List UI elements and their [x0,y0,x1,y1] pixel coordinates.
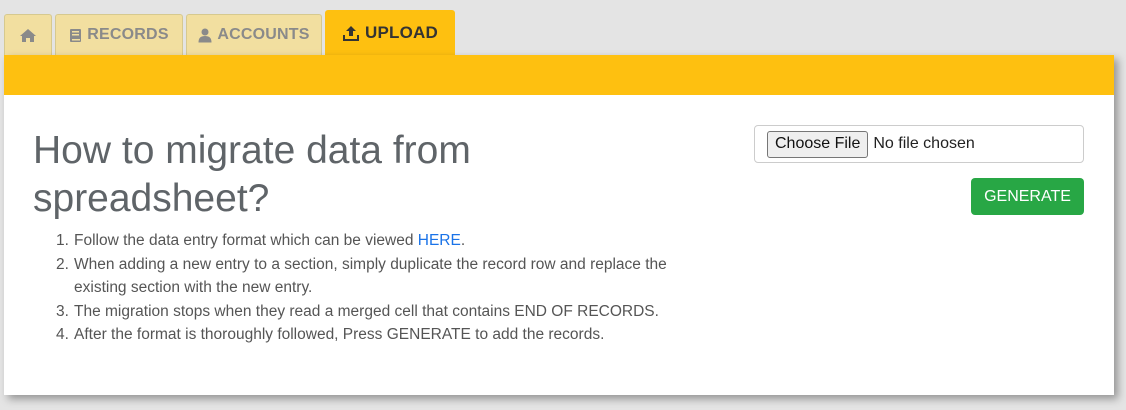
nav-tabs: RECORDS ACCOUNTS UPLOAD [4,10,455,55]
tab-home[interactable] [4,14,52,55]
panel-body: How to migrate data from spreadsheet? 1.… [4,95,1114,395]
step-number: 4. [56,326,69,343]
page-title: How to migrate data from spreadsheet? [33,127,553,223]
step-text: When adding a new entry to a section, si… [74,255,667,273]
step-number: 3. [56,302,69,320]
tab-accounts-label: ACCOUNTS [217,26,310,43]
step-text: After the format is thoroughly followed,… [74,326,605,343]
upload-icon [342,25,360,42]
file-input[interactable]: Choose File No file chosen [754,125,1084,163]
tab-records-label: RECORDS [87,26,169,43]
step-number: 1. [56,232,69,249]
list-item: 3. The migration stops when they read a … [56,300,714,324]
step-text-continued: existing section with the new entry. [74,279,313,296]
tab-records[interactable]: RECORDS [55,14,183,55]
generate-button[interactable]: GENERATE [971,178,1084,215]
format-link[interactable]: HERE [418,232,461,249]
list-item: 4. After the format is thoroughly follow… [56,323,714,347]
book-icon [69,28,82,43]
choose-file-button[interactable]: Choose File [767,130,869,158]
tab-upload[interactable]: UPLOAD [325,10,455,55]
user-icon [198,28,212,43]
list-item: 2. When adding a new entry to a section,… [56,253,714,300]
page-title-line1: How to migrate data from [33,129,471,172]
page-title-line2: spreadsheet? [33,177,270,220]
home-icon [19,28,37,43]
panel-header-bar [4,55,1114,95]
tab-accounts[interactable]: ACCOUNTS [186,14,322,55]
tab-upload-label: UPLOAD [365,23,438,42]
step-text: Follow the data entry format which can b… [74,232,418,249]
content-panel: How to migrate data from spreadsheet? 1.… [4,55,1114,395]
instructions-list: 1. Follow the data entry format which ca… [56,229,714,347]
file-status-text: No file chosen [873,135,975,152]
step-text: The migration stops when they read a mer… [74,302,659,320]
step-text-end: . [460,232,466,249]
list-item: 1. Follow the data entry format which ca… [56,229,714,253]
step-number: 2. [56,255,69,273]
